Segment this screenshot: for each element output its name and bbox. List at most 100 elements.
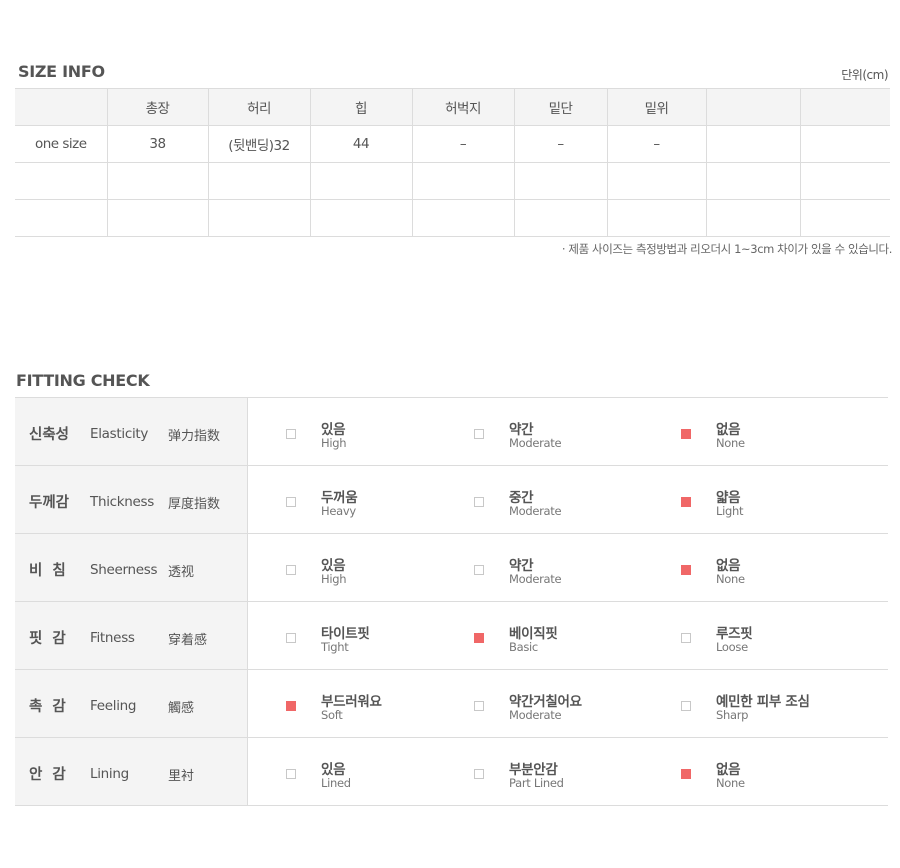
header-cell: 허벅지 xyxy=(411,88,514,126)
row-label-cell: 비 침 Sheerness 透视 xyxy=(15,534,248,601)
row-label-en: Lining xyxy=(90,766,129,782)
table-cell xyxy=(309,162,412,200)
checkbox-checked-icon xyxy=(681,565,691,575)
option-label-en: High xyxy=(321,436,347,450)
table-cell xyxy=(106,162,208,200)
row-label-en: Elasticity xyxy=(90,426,149,442)
table-row xyxy=(15,162,890,200)
table-cell xyxy=(15,199,107,237)
row-label-ko: 신축성 xyxy=(29,427,70,443)
checkbox-icon xyxy=(474,497,484,507)
option-label-ko: 약간 xyxy=(509,422,534,438)
option-label-en: Heavy xyxy=(321,504,356,518)
option-label-ko: 있음 xyxy=(321,558,346,574)
checkbox-icon xyxy=(286,769,296,779)
option-label-en: Light xyxy=(716,504,744,518)
table-cell xyxy=(207,199,310,237)
row-label-en: Fitness xyxy=(90,630,135,646)
table-cell: 44 xyxy=(309,125,412,163)
table-cell xyxy=(411,162,514,200)
row-label-cell: 안 감 Lining 里衬 xyxy=(15,738,248,805)
checkbox-icon xyxy=(474,429,484,439)
row-label-en: Feeling xyxy=(90,698,137,714)
fitting-row-lining: 안 감 Lining 里衬 있음 Lined 부분안감 Part Lined 없… xyxy=(15,738,888,806)
option-label-en: Lined xyxy=(321,776,351,790)
table-cell xyxy=(705,199,800,237)
row-label-cn: 透视 xyxy=(168,565,195,580)
checkbox-icon xyxy=(286,429,296,439)
header-cell: 밑위 xyxy=(606,88,706,126)
row-label-cn: 里衬 xyxy=(168,769,195,784)
option-label-en: Moderate xyxy=(509,708,562,722)
header-cell xyxy=(705,88,800,126)
table-row: one size 38 (뒷밴딩)32 44 – – – xyxy=(15,125,890,163)
size-info-title: SIZE INFO xyxy=(18,62,105,81)
option-label-ko: 예민한 피부 조심 xyxy=(716,694,810,710)
table-row xyxy=(15,199,890,237)
option-label-en: Part Lined xyxy=(509,776,564,790)
table-cell xyxy=(606,162,706,200)
size-table: 총장 허리 힙 허벅지 밑단 밑위 one size 38 (뒷밴딩)32 44… xyxy=(15,88,890,237)
option-label-ko: 약간거칠어요 xyxy=(509,694,582,710)
row-label-cn: 觸感 xyxy=(168,701,195,716)
table-cell: one size xyxy=(15,125,107,163)
table-cell: – xyxy=(411,125,514,163)
row-label-ko: 핏 감 xyxy=(29,631,66,647)
option-label-ko: 있음 xyxy=(321,762,346,778)
option-label-en: Tight xyxy=(321,640,349,654)
option-label-en: High xyxy=(321,572,347,586)
option-label-ko: 없음 xyxy=(716,422,741,438)
table-cell xyxy=(606,199,706,237)
checkbox-checked-icon xyxy=(286,701,296,711)
table-cell: – xyxy=(513,125,607,163)
table-cell xyxy=(106,199,208,237)
checkbox-icon xyxy=(681,633,691,643)
table-cell xyxy=(207,162,310,200)
option-label-en: Basic xyxy=(509,640,538,654)
option-label-ko: 없음 xyxy=(716,558,741,574)
row-label-cn: 弹力指数 xyxy=(168,429,221,444)
option-label-en: Moderate xyxy=(509,504,562,518)
header-cell xyxy=(15,88,107,126)
row-label-cell: 핏 감 Fitness 穿着感 xyxy=(15,602,248,669)
fitting-check-title: FITTING CHECK xyxy=(16,371,150,390)
checkbox-icon xyxy=(474,565,484,575)
option-label-ko: 얇음 xyxy=(716,490,741,506)
header-cell: 허리 xyxy=(207,88,310,126)
row-label-cell: 촉 감 Feeling 觸感 xyxy=(15,670,248,737)
table-cell xyxy=(799,199,890,237)
option-label-en: Soft xyxy=(321,708,343,722)
fitting-check-table: 신축성 Elasticity 弹力指数 있음 High 약간 Moderate … xyxy=(15,397,888,806)
option-label-ko: 약간 xyxy=(509,558,534,574)
option-label-en: None xyxy=(716,436,745,450)
checkbox-checked-icon xyxy=(681,429,691,439)
checkbox-icon xyxy=(681,701,691,711)
option-label-ko: 두꺼움 xyxy=(321,490,358,506)
table-cell: – xyxy=(606,125,706,163)
option-label-en: None xyxy=(716,572,745,586)
checkbox-icon xyxy=(286,633,296,643)
checkbox-checked-icon xyxy=(681,769,691,779)
option-label-ko: 루즈핏 xyxy=(716,626,753,642)
option-label-ko: 베이직핏 xyxy=(509,626,558,642)
fitting-row-thickness: 두께감 Thickness 厚度指数 두꺼움 Heavy 중간 Moderate… xyxy=(15,466,888,534)
fitting-row-sheerness: 비 침 Sheerness 透视 있음 High 약간 Moderate 없음 … xyxy=(15,534,888,602)
option-label-ko: 없음 xyxy=(716,762,741,778)
header-cell: 밑단 xyxy=(513,88,607,126)
table-cell xyxy=(705,162,800,200)
table-cell xyxy=(799,125,890,163)
option-label-en: Moderate xyxy=(509,436,562,450)
fitting-row-fitness: 핏 감 Fitness 穿着感 타이트핏 Tight 베이직핏 Basic 루즈… xyxy=(15,602,888,670)
option-label-ko: 중간 xyxy=(509,490,534,506)
table-cell: 38 xyxy=(106,125,208,163)
checkbox-icon xyxy=(286,565,296,575)
option-label-ko: 타이트핏 xyxy=(321,626,370,642)
table-cell: (뒷밴딩)32 xyxy=(207,125,310,163)
checkbox-icon xyxy=(286,497,296,507)
row-label-ko: 안 감 xyxy=(29,767,66,783)
row-label-cell: 신축성 Elasticity 弹力指数 xyxy=(15,398,248,465)
row-label-cell: 두께감 Thickness 厚度指数 xyxy=(15,466,248,533)
row-label-en: Thickness xyxy=(90,494,155,510)
option-label-en: None xyxy=(716,776,745,790)
option-label-en: Sharp xyxy=(716,708,749,722)
